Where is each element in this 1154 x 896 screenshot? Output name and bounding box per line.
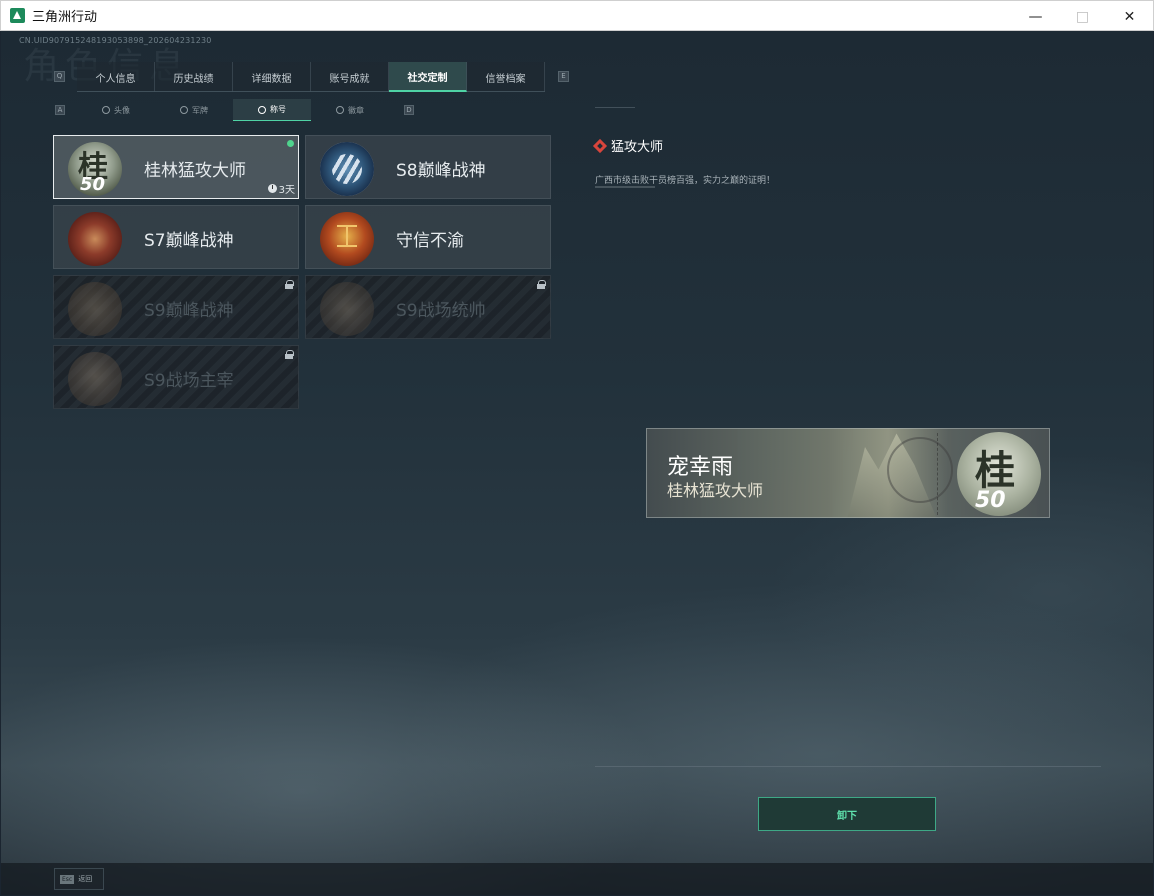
next-tab-key[interactable]: E bbox=[558, 71, 569, 82]
window-titlebar: 三角洲行动 — □ ✕ bbox=[0, 0, 1154, 31]
fortress-badge-icon bbox=[68, 282, 122, 336]
title-card-s9-commander[interactable]: S9战场统帅 bbox=[305, 275, 551, 339]
title-card-label: S9战场统帅 bbox=[396, 301, 486, 321]
subtab-avatar[interactable]: 头像 bbox=[77, 99, 155, 121]
person-icon bbox=[102, 106, 110, 114]
subtab-dogtag-label: 军牌 bbox=[192, 105, 208, 115]
tab-personal-info[interactable]: 个人信息 bbox=[77, 62, 155, 92]
back-label: 返回 bbox=[78, 875, 93, 883]
title-card-s8[interactable]: S8巅峰战神 bbox=[305, 135, 551, 199]
badge-number: 50 bbox=[80, 174, 106, 195]
nameplate-badge-icon: 桂 50 bbox=[957, 432, 1041, 516]
dogtag-icon bbox=[180, 106, 188, 114]
title-card-label: 守信不渝 bbox=[396, 231, 464, 251]
game-viewport: 角色信息 CN.UID907915248193053898_2026042312… bbox=[1, 31, 1153, 895]
subtab-dogtag[interactable]: 军牌 bbox=[155, 99, 233, 121]
sub-tab-bar: 头像 军牌 称号 徽章 bbox=[77, 99, 389, 121]
wings-icon bbox=[336, 106, 344, 114]
title-card-label: S8巅峰战神 bbox=[396, 161, 486, 181]
next-subtab-key[interactable]: D bbox=[404, 105, 414, 115]
title-card-label: S9战场主宰 bbox=[144, 371, 234, 391]
lock-icon bbox=[285, 280, 294, 289]
equipped-indicator bbox=[287, 140, 294, 147]
title-card-s7[interactable]: S7巅峰战神 bbox=[53, 205, 299, 269]
subtab-title-label: 称号 bbox=[270, 105, 286, 114]
postmark-stamp bbox=[887, 437, 953, 503]
decor-line bbox=[595, 107, 635, 108]
explosion-badge-icon bbox=[68, 352, 122, 406]
guilin-badge-icon: 桂 50 bbox=[68, 142, 122, 196]
bottom-bar bbox=[1, 863, 1153, 895]
tab-reputation[interactable]: 信誉档案 bbox=[467, 62, 545, 92]
title-card-trust[interactable]: 守信不渝 bbox=[305, 205, 551, 269]
subtab-badge[interactable]: 徽章 bbox=[311, 99, 389, 121]
subtab-title[interactable]: 称号 bbox=[233, 99, 311, 121]
app-icon bbox=[10, 8, 25, 23]
maximize-button[interactable]: □ bbox=[1059, 1, 1106, 32]
main-tab-bar: 个人信息 历史战绩 详细数据 账号成就 社交定制 信誉档案 bbox=[77, 62, 545, 92]
tab-achievements[interactable]: 账号成就 bbox=[311, 62, 389, 92]
divider-line bbox=[595, 766, 1101, 767]
window-title: 三角洲行动 bbox=[32, 10, 98, 25]
detail-description: 广西市级击败干员榜百强，实力之巅的证明！ bbox=[595, 176, 776, 186]
diamond-icon bbox=[592, 138, 608, 153]
title-card-s9-dominator[interactable]: S9战场主宰 bbox=[53, 345, 299, 409]
nameplate-preview: 宠幸雨 桂林猛攻大师 桂 50 bbox=[646, 428, 1050, 518]
minimize-button[interactable]: — bbox=[1012, 1, 1059, 32]
player-uid: CN.UID907915248193053898_202604231230 bbox=[19, 36, 212, 45]
lock-icon bbox=[537, 280, 546, 289]
prev-tab-key[interactable]: Q bbox=[54, 71, 65, 82]
clock-icon bbox=[267, 184, 277, 193]
lock-icon bbox=[285, 350, 294, 359]
nameplate-badge-number: 50 bbox=[975, 488, 1006, 513]
s8-badge-icon bbox=[320, 142, 374, 196]
warship-badge-icon bbox=[320, 282, 374, 336]
back-button[interactable]: Esc 返回 bbox=[54, 868, 104, 890]
detail-title: 猛攻大师 bbox=[611, 140, 664, 155]
perforation-line bbox=[937, 433, 938, 515]
close-button[interactable]: ✕ bbox=[1106, 1, 1153, 32]
title-card-s9-peak[interactable]: S9巅峰战神 bbox=[53, 275, 299, 339]
tab-history[interactable]: 历史战绩 bbox=[155, 62, 233, 92]
subtab-avatar-label: 头像 bbox=[114, 105, 130, 115]
unequip-button[interactable]: 卸下 bbox=[758, 797, 936, 831]
title-card-guilin[interactable]: 桂 50 桂林猛攻大师 3天 bbox=[53, 135, 299, 199]
tab-detailed-data[interactable]: 详细数据 bbox=[233, 62, 311, 92]
window-controls: — □ ✕ bbox=[1012, 1, 1153, 32]
expiry-timer: 3天 bbox=[267, 181, 295, 196]
timer-text: 3天 bbox=[278, 185, 295, 196]
detail-header: 猛攻大师 bbox=[592, 136, 664, 155]
title-icon bbox=[258, 105, 266, 114]
title-card-label: S7巅峰战神 bbox=[144, 231, 234, 251]
scales-icon bbox=[337, 225, 357, 247]
esc-key: Esc bbox=[60, 874, 75, 884]
description-underline bbox=[595, 186, 655, 188]
s7-badge-icon bbox=[68, 212, 122, 266]
scales-badge-icon bbox=[320, 212, 374, 266]
prev-subtab-key[interactable]: A bbox=[55, 105, 65, 115]
subtab-badge-label: 徽章 bbox=[348, 105, 364, 115]
title-card-label: 桂林猛攻大师 bbox=[144, 161, 246, 181]
tab-social-custom[interactable]: 社交定制 bbox=[389, 62, 467, 92]
title-card-label: S9巅峰战神 bbox=[144, 301, 234, 321]
nameplate-title: 桂林猛攻大师 bbox=[667, 481, 764, 500]
badge-stripes bbox=[332, 154, 362, 184]
